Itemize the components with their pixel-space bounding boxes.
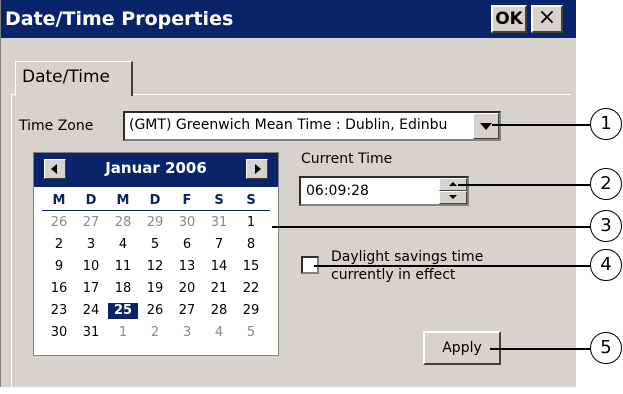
callout-1: 1: [590, 108, 622, 140]
calendar-day[interactable]: 16: [44, 281, 74, 297]
calendar-day[interactable]: 30: [172, 215, 202, 231]
calendar-day[interactable]: 9: [44, 259, 74, 275]
daylight-savings-label-line2: currently in effect: [331, 267, 456, 283]
calendar-day[interactable]: 20: [172, 281, 202, 297]
calendar-day[interactable]: 31: [76, 325, 106, 341]
callout-leader-5: [490, 348, 590, 350]
title-bar: Date/Time Properties OK ×: [1, 0, 576, 38]
spin-down-icon: [449, 195, 457, 199]
arrow-right-icon: [255, 164, 261, 174]
time-zone-dropdown[interactable]: (GMT) Greenwich Mean Time : Dublin, Edin…: [123, 111, 501, 141]
calendar-day[interactable]: 27: [172, 303, 202, 319]
calendar-month-label: Januar 2006: [105, 159, 207, 177]
calendar-day[interactable]: 7: [204, 237, 234, 253]
current-time-label: Current Time: [301, 151, 393, 167]
close-button[interactable]: ×: [531, 5, 563, 33]
calendar-day[interactable]: 30: [44, 325, 74, 341]
time-spinner[interactable]: [439, 178, 467, 204]
current-time-input[interactable]: 06:09:28: [299, 176, 469, 206]
calendar-header: Januar 2006: [34, 153, 278, 187]
callout-4: 4: [590, 249, 622, 281]
calendar-day[interactable]: 10: [76, 259, 106, 275]
calendar-day[interactable]: 31: [204, 215, 234, 231]
calendar-day[interactable]: 3: [76, 237, 106, 253]
window-title: Date/Time Properties: [5, 8, 234, 30]
calendar-day[interactable]: 17: [76, 281, 106, 297]
callout-leader-4: [314, 265, 590, 267]
time-zone-label: Time Zone: [19, 118, 94, 134]
calendar-day[interactable]: 8: [236, 237, 266, 253]
calendar-day[interactable]: 28: [108, 215, 138, 231]
calendar-day[interactable]: 18: [108, 281, 138, 297]
weekday-label: D: [85, 193, 97, 208]
calendar-day[interactable]: 11: [108, 259, 138, 275]
calendar-day[interactable]: 19: [140, 281, 170, 297]
weekday-label: S: [246, 193, 256, 208]
date-time-properties-window: Date/Time Properties OK × Date/Time Time…: [0, 0, 576, 394]
callout-leader-1: [492, 124, 590, 126]
calendar-day[interactable]: 28: [204, 303, 234, 319]
calendar-day[interactable]: 14: [204, 259, 234, 275]
tab-date-time[interactable]: Date/Time: [15, 61, 133, 96]
calendar-day[interactable]: 3: [172, 325, 202, 341]
calendar-day[interactable]: 25: [108, 303, 138, 319]
calendar-day[interactable]: 24: [76, 303, 106, 319]
calendar-day[interactable]: 21: [204, 281, 234, 297]
daylight-savings-label-line1: Daylight savings time: [331, 249, 484, 265]
weekday-label: S: [214, 193, 224, 208]
calendar-day[interactable]: 1: [108, 325, 138, 341]
weekday-label: M: [116, 193, 130, 208]
weekday-label: D: [149, 193, 161, 208]
weekday-label: F: [182, 193, 192, 208]
calendar-day[interactable]: 26: [140, 303, 170, 319]
callout-5: 5: [590, 332, 622, 364]
ok-button[interactable]: OK: [491, 5, 527, 33]
time-zone-value: (GMT) Greenwich Mean Time : Dublin, Edin…: [129, 117, 448, 133]
calendar-day[interactable]: 2: [44, 237, 74, 253]
weekday-divider: [42, 210, 270, 211]
spin-down-button[interactable]: [439, 191, 467, 204]
callout-2: 2: [590, 168, 622, 200]
calendar-day[interactable]: 26: [44, 215, 74, 231]
calendar-day[interactable]: 29: [236, 303, 266, 319]
calendar-day[interactable]: 4: [204, 325, 234, 341]
calendar-day[interactable]: 29: [140, 215, 170, 231]
callout-leader-3: [272, 226, 590, 228]
calendar-day[interactable]: 6: [172, 237, 202, 253]
next-month-button[interactable]: [246, 159, 268, 179]
callout-leader-2: [458, 184, 590, 186]
calendar-day[interactable]: 4: [108, 237, 138, 253]
calendar[interactable]: Januar 2006 MDMDFSS 26 27 28 29 30 31 1 2 3 4 5 6 7 8…: [33, 152, 279, 356]
calendar-day[interactable]: 23: [44, 303, 74, 319]
current-time-value: 06:09:28: [306, 183, 369, 199]
calendar-day[interactable]: 5: [236, 325, 266, 341]
weekday-label: M: [52, 193, 66, 208]
calendar-day[interactable]: 5: [140, 237, 170, 253]
calendar-day[interactable]: 13: [172, 259, 202, 275]
calendar-day[interactable]: 22: [236, 281, 266, 297]
calendar-day[interactable]: 2: [140, 325, 170, 341]
calendar-day[interactable]: 1: [236, 215, 266, 231]
calendar-day[interactable]: 15: [236, 259, 266, 275]
calendar-day[interactable]: 27: [76, 215, 106, 231]
chevron-down-icon: [480, 123, 492, 130]
callout-3: 3: [590, 210, 622, 242]
dropdown-button[interactable]: [473, 113, 499, 139]
calendar-day[interactable]: 12: [140, 259, 170, 275]
spin-up-icon: [449, 182, 457, 186]
